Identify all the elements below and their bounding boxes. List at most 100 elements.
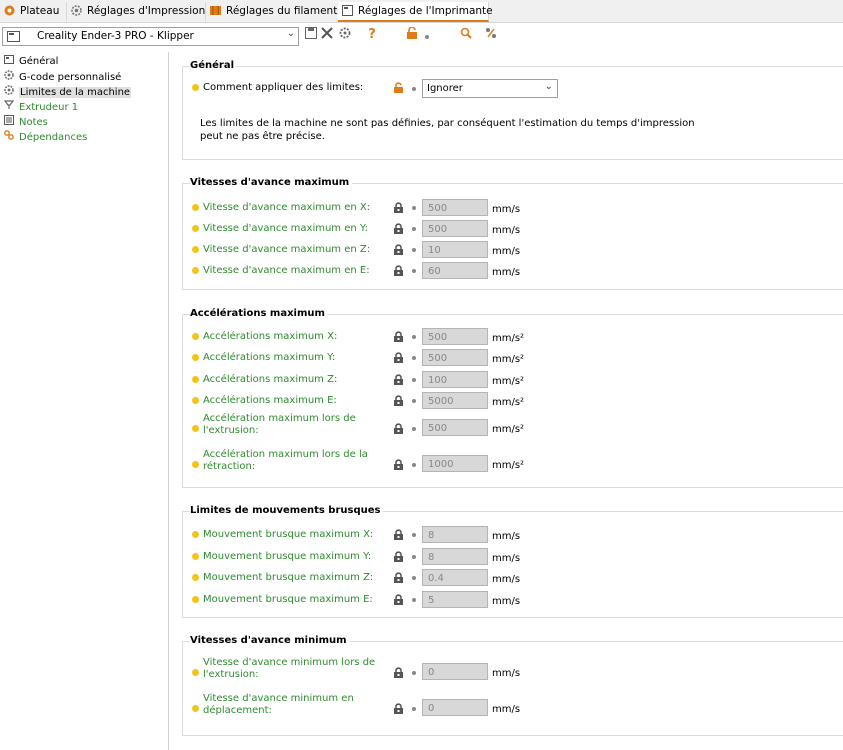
status-dot-icon [192, 705, 199, 712]
locked-padlock-icon[interactable] [393, 572, 404, 583]
setting-value-input[interactable]: 500 [422, 199, 488, 216]
locked-padlock-icon[interactable] [393, 529, 404, 540]
status-dot-icon [192, 333, 199, 340]
locked-padlock-icon[interactable] [393, 423, 404, 434]
search-button[interactable] [459, 27, 473, 43]
bullet-icon [412, 399, 416, 403]
setting-unit: mm/s [492, 267, 521, 278]
tab-bar: Plateau Réglages d'Impression Réglages d… [0, 0, 843, 23]
bullet-icon [412, 206, 416, 210]
setting-row: Accélération maximum lors de la rétractio… [190, 449, 840, 472]
help-icon[interactable]: ? [366, 27, 378, 43]
sidebar-item-dependencies[interactable]: Dépendances [3, 130, 87, 144]
bullet-icon [412, 248, 416, 252]
locked-padlock-icon[interactable] [393, 244, 404, 255]
machine-limits-gear-icon [3, 85, 15, 100]
setting-label: Mouvement brusque maximum Z: [203, 572, 374, 583]
locked-padlock-icon[interactable] [393, 331, 404, 342]
setting-value-input[interactable]: 1000 [422, 455, 488, 472]
setting-label: Vitesse d'avance minimum lors de l'extrus… [203, 657, 376, 680]
filament-spool-icon [210, 4, 221, 15]
setting-value-input[interactable]: 500 [422, 220, 488, 237]
setting-value-input[interactable]: 10 [422, 241, 488, 258]
setting-value-input[interactable]: 500 [422, 349, 488, 366]
locked-padlock-icon[interactable] [393, 459, 404, 470]
close-icon [321, 27, 333, 39]
sidebar-item-extruder-1[interactable]: Extrudeur 1 [3, 100, 78, 114]
setting-value-input[interactable]: 8 [422, 548, 488, 565]
locked-padlock-icon[interactable] [393, 395, 404, 406]
tab-filament-settings[interactable]: Réglages du filament [206, 2, 342, 21]
setting-row: Mouvement brusque maximum E: 5 mm/s [190, 591, 840, 611]
compare-presets-button[interactable] [338, 27, 352, 43]
bullet-icon [412, 555, 416, 559]
setting-value-input[interactable]: 100 [422, 371, 488, 388]
setting-value-input[interactable]: 5 [422, 591, 488, 608]
setting-label: Accélérations maximum Z: [203, 374, 338, 385]
setting-unit: mm/s² [492, 424, 525, 435]
section-title: Vitesses d'avance minimum [190, 635, 350, 646]
locked-padlock-icon[interactable] [393, 667, 404, 678]
toolbar: Creality Ender-3 PRO - Klipper ⌄ ? [0, 24, 843, 48]
setting-value-input[interactable]: 0.4 [422, 569, 488, 586]
save-preset-button[interactable] [304, 27, 318, 43]
locked-padlock-icon[interactable] [393, 703, 404, 714]
locked-padlock-icon[interactable] [393, 594, 404, 605]
setting-row: Vitesse d'avance maximum en Z: 10 mm/s [190, 241, 840, 261]
sidebar-item-custom-gcode[interactable]: G-code personnalisé [3, 70, 121, 84]
setting-unit: mm/s [492, 596, 521, 607]
section-title-general: Général [190, 60, 237, 71]
tab-print-settings[interactable]: Réglages d'Impression [67, 2, 206, 21]
bullet-icon [425, 35, 429, 39]
setting-value-input[interactable]: 0 [422, 663, 488, 680]
printer-preset-icon [7, 31, 20, 42]
status-dot-icon [192, 376, 199, 383]
setting-unit: mm/s [492, 553, 521, 564]
sidebar-item-general[interactable]: Général [3, 55, 58, 69]
setting-value-input[interactable]: 5000 [422, 392, 488, 409]
bullet-icon [412, 427, 416, 431]
setting-value-input[interactable]: 60 [422, 262, 488, 279]
print-settings-gear-icon [71, 4, 82, 16]
setting-label: Mouvement brusque maximum E: [203, 594, 373, 605]
setting-row-limits-usage: Comment appliquer des limites: Ignorer ⌄ [190, 79, 840, 99]
setting-unit: mm/s [492, 574, 521, 585]
setting-label: Accélération maximum lors de la rétractio… [203, 449, 368, 472]
status-dot-icon [192, 354, 199, 361]
sidebar-item-machine-limits[interactable]: Limites de la machine [3, 85, 132, 100]
setting-unit: mm/s² [492, 333, 525, 344]
locked-padlock-icon[interactable] [393, 374, 404, 385]
preset-dropdown[interactable]: Creality Ender-3 PRO - Klipper ⌄ [2, 27, 299, 46]
limits-usage-select[interactable]: Ignorer ⌄ [422, 79, 558, 98]
tab-plateau[interactable]: Plateau [0, 2, 67, 21]
setting-value-input[interactable]: 500 [422, 419, 488, 436]
setting-label: Mouvement brusque maximum Y: [203, 551, 372, 562]
setting-value-input[interactable]: 500 [422, 328, 488, 345]
compare-button[interactable] [484, 27, 498, 43]
locked-padlock-icon[interactable] [393, 223, 404, 234]
setting-unit: mm/s [492, 204, 521, 215]
locked-padlock-icon[interactable] [393, 202, 404, 213]
tab-printer-settings[interactable]: Réglages de l'Imprimante [338, 2, 493, 22]
notes-icon [3, 115, 15, 130]
unlocked-padlock-icon[interactable] [393, 82, 404, 93]
setting-row: Vitesse d'avance maximum en Y: 500 mm/s [190, 220, 840, 240]
setting-label: Mouvement brusque maximum X: [203, 529, 374, 540]
unlock-toggle-button[interactable] [405, 26, 419, 43]
sidebar-item-notes[interactable]: Notes [3, 115, 48, 129]
bullet-icon [412, 533, 416, 537]
setting-unit: mm/s² [492, 354, 525, 365]
locked-padlock-icon[interactable] [393, 265, 404, 276]
dependencies-icon [3, 130, 15, 145]
locked-padlock-icon[interactable] [393, 352, 404, 363]
delete-preset-button[interactable] [320, 27, 334, 43]
unlocked-padlock-icon [407, 26, 417, 39]
status-dot-icon [192, 669, 199, 676]
bullet-icon [412, 598, 416, 602]
chevron-down-icon: ⌄ [544, 81, 553, 92]
chevron-down-icon: ⌄ [286, 28, 295, 39]
setting-value-input[interactable]: 8 [422, 526, 488, 543]
setting-value-input[interactable]: 0 [422, 699, 488, 716]
locked-padlock-icon[interactable] [393, 551, 404, 562]
bullet-icon [412, 227, 416, 231]
